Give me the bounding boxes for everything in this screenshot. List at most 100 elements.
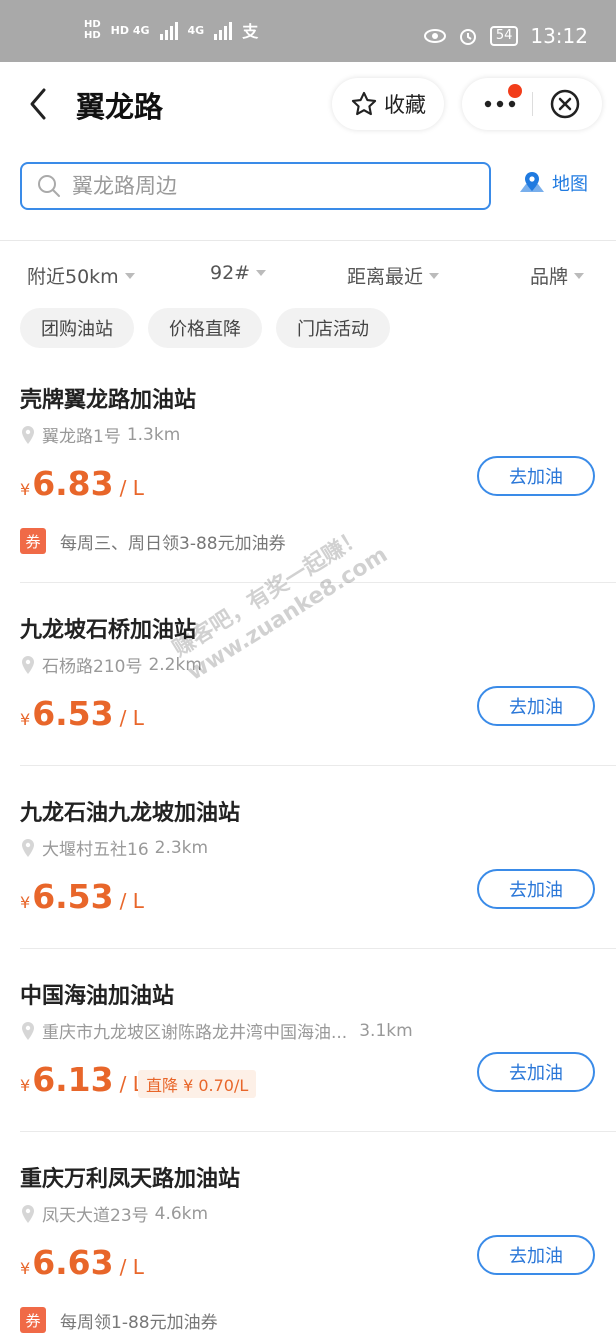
filter-label: 品牌 [530,266,569,288]
filter-label: 距离最近 [347,266,424,288]
status-bar: HD HD HD 4G 4G 支 54 13:12 [0,0,616,62]
price: ¥ 6.83 / L [20,464,144,503]
signal-label-right: 4G [187,23,205,37]
currency-symbol: ¥ [20,893,31,912]
price: ¥ 6.13 / L [20,1060,144,1099]
refuel-button[interactable]: 去加油 [477,1052,595,1092]
price-unit: / L [119,889,144,913]
back-arrow-icon[interactable] [22,82,56,126]
search-box[interactable] [20,162,491,210]
currency-symbol: ¥ [20,480,31,499]
address-text: 大堰村五社16 [42,840,149,860]
location-pin-icon [22,838,34,857]
station-address: 翼龙路1号 1.3km [20,422,180,447]
address-text: 凤天大道23号 [42,1206,149,1226]
price-value: 6.63 [32,1243,114,1282]
coupon-text: 每周三、周日领3-88元加油券 [60,533,286,554]
station-address: 重庆市九龙坡区谢陈路龙井湾中国海油... 3.1km [20,1018,413,1043]
status-right: 54 13:12 [423,24,588,48]
price-unit: / L [119,706,144,730]
distance-text: 2.3km [154,837,209,858]
filter-label: 附近50km [27,266,119,288]
station-address: 石杨路210号 2.2km [20,652,202,677]
price-value: 6.53 [32,694,114,733]
caret-down-icon [124,272,135,279]
distance-text: 3.1km [359,1020,413,1041]
distance-text: 2.2km [148,654,202,675]
capsule-divider [532,92,533,116]
filter-sort[interactable]: 距离最近 [347,262,440,289]
watermark-line-2: www.zuanke8.com [183,542,393,686]
page-title: 翼龙路 [76,90,164,124]
currency-symbol: ¥ [20,1259,31,1278]
chip-group-buy[interactable]: 团购油站 [20,308,134,348]
price-value: 6.83 [32,464,114,503]
price-value: 6.13 [32,1060,114,1099]
coupon-text: 每周领1-88元加油券 [60,1312,218,1333]
station-address: 大堰村五社16 2.3km [20,835,208,860]
refuel-button[interactable]: 去加油 [477,456,595,496]
station-name: 中国海油加油站 [20,984,175,1009]
coupon-badge: 券 [20,528,46,554]
eye-icon [423,29,446,43]
status-signals: HD HD HD 4G 4G 支 [84,18,258,42]
station-name: 重庆万利凤天路加油站 [20,1167,241,1192]
header-divider [0,240,616,241]
station-name: 九龙坡石桥加油站 [20,618,197,643]
address-text: 石杨路210号 [42,657,143,677]
close-icon[interactable] [550,89,580,119]
distance-text: 4.6km [154,1203,209,1224]
coupon-row: 券 每周三、周日领3-88元加油券 [20,528,286,554]
row-divider [20,1131,616,1132]
row-divider [20,582,616,583]
battery-icon: 54 [489,26,519,46]
distance-text: 1.3km [126,424,181,445]
star-icon [351,91,377,116]
address-text: 翼龙路1号 [42,427,121,447]
refuel-button[interactable]: 去加油 [477,1235,595,1275]
currency-symbol: ¥ [20,710,31,729]
alarm-icon [459,29,476,45]
nav-bar: 翼龙路 收藏 [0,62,616,146]
coupon-badge: 券 [20,1307,46,1333]
alipay-icon: 支 [242,22,259,41]
address-text: 重庆市九龙坡区谢陈路龙井湾中国海油... [42,1023,348,1043]
signal-bars-icon [159,20,178,40]
location-pin-icon [22,655,34,674]
station-name: 九龙石油九龙坡加油站 [20,801,241,826]
filter-label: 92# [210,262,251,284]
refuel-button[interactable]: 去加油 [477,686,595,726]
chip-store-activity[interactable]: 门店活动 [276,308,390,348]
row-divider [20,948,616,949]
search-icon [38,175,60,197]
price: ¥ 6.53 / L [20,694,144,733]
filter-brand[interactable]: 品牌 [530,262,585,289]
currency-symbol: ¥ [20,1076,31,1095]
caret-down-icon [429,272,440,279]
map-label: 地图 [552,174,588,195]
map-pin-icon [520,172,544,192]
mini-app-capsule [462,78,602,130]
location-pin-icon [22,425,34,444]
caret-down-icon [256,270,267,276]
station-address: 凤天大道23号 4.6km [20,1201,208,1226]
hd-icon: HD HD [84,19,101,41]
chip-price-drop[interactable]: 价格直降 [148,308,262,348]
location-pin-icon [22,1204,34,1223]
filter-fuel-type[interactable]: 92# [210,262,267,284]
quick-filter-chips: 团购油站 价格直降 门店活动 [20,308,390,348]
price: ¥ 6.63 / L [20,1243,144,1282]
search-input[interactable] [72,174,452,198]
status-time: 13:12 [530,24,588,48]
notification-dot [508,84,522,98]
filter-distance[interactable]: 附近50km [27,262,135,289]
map-button[interactable]: 地图 [518,170,588,196]
price-unit: / L [119,476,144,500]
station-name: 壳牌翼龙路加油站 [20,388,197,413]
location-pin-icon [22,1021,34,1040]
refuel-button[interactable]: 去加油 [477,869,595,909]
price-unit: / L [119,1255,144,1279]
price-drop-tag: 直降 ¥ 0.70/L [138,1070,257,1098]
favorite-button[interactable]: 收藏 [332,78,444,130]
price: ¥ 6.53 / L [20,877,144,916]
